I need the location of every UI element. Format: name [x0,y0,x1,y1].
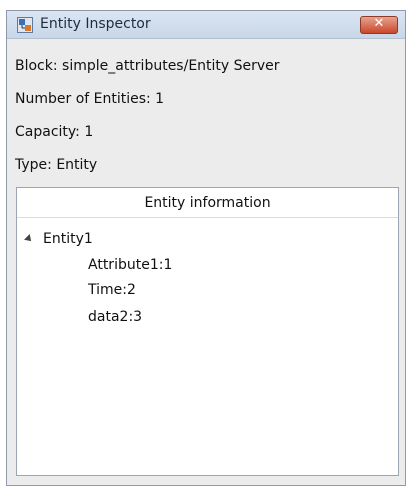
tree-item-data2[interactable]: data2:3 [88,309,142,325]
entity-inspector-window: Entity Inspector ✕ Block: simple_attribu… [6,10,406,486]
column-header-entity-information[interactable]: Entity information [17,188,398,218]
title-bar[interactable]: Entity Inspector ✕ [7,11,405,39]
close-button[interactable]: ✕ [360,16,398,34]
app-icon [17,17,33,33]
capacity-label: Capacity: 1 [15,124,94,140]
tree-item-attribute1[interactable]: Attribute1:1 [88,257,172,273]
expand-triangle-icon[interactable] [24,234,34,244]
tree-node-label: Entity1 [43,231,93,247]
type-label: Type: Entity [15,157,98,173]
entity-information-panel: Entity information Entity1 Attribute1:1 … [16,187,399,476]
block-label: Block: simple_attributes/Entity Server [15,58,280,74]
window-title: Entity Inspector [40,16,151,32]
close-icon: ✕ [373,16,385,31]
tree-item-time[interactable]: Time:2 [88,282,136,298]
number-of-entities-label: Number of Entities: 1 [15,91,165,107]
